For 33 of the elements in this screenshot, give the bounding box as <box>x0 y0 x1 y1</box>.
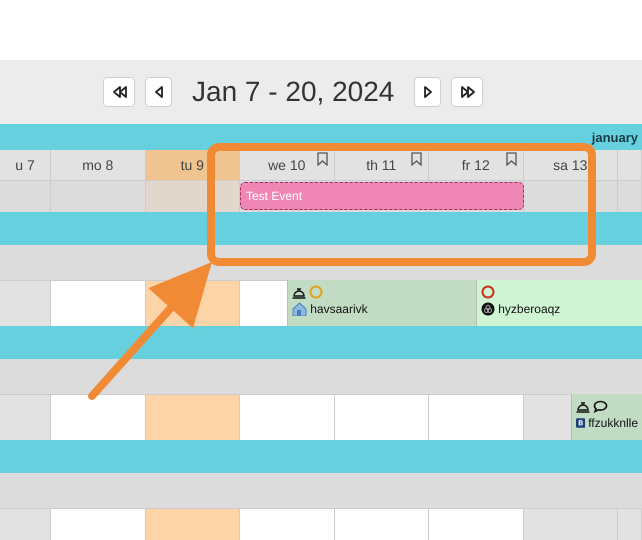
logo-icon <box>481 302 496 316</box>
bell-icon <box>292 286 306 298</box>
bell-icon <box>576 400 590 412</box>
day-cell <box>618 180 642 212</box>
day-header: u 7 <box>0 150 51 180</box>
last-page-button[interactable] <box>451 77 484 107</box>
event-title: ffzukknlle <box>588 416 638 430</box>
bookmark-icon[interactable] <box>411 152 422 166</box>
house-icon <box>292 302 308 316</box>
event-title: hyzberoaqz <box>498 302 560 316</box>
date-range-title: Jan 7 - 20, 2024 <box>192 76 394 108</box>
booking-event[interactable]: hyzberoaqz <box>476 280 642 326</box>
day-header: mo 8 <box>51 150 146 180</box>
day-header: th 11 <box>334 150 429 180</box>
bookmark-icon[interactable] <box>506 152 516 166</box>
day-header: fr 12 <box>429 150 524 180</box>
double-left-icon <box>111 84 127 100</box>
month-label: january <box>592 130 638 144</box>
logo-icon <box>576 416 586 430</box>
bookmark-icon[interactable] <box>316 152 328 166</box>
speech-bubble-icon <box>592 400 608 412</box>
day-header: we 10 <box>240 150 334 180</box>
booking-event[interactable]: ffzukknlle <box>570 394 642 440</box>
event-title: havsaarivk <box>310 302 368 316</box>
day-cell <box>0 180 51 212</box>
first-page-button[interactable] <box>103 77 135 107</box>
previous-button[interactable] <box>145 77 172 107</box>
next-button[interactable] <box>414 77 442 107</box>
day-cell <box>0 394 51 440</box>
double-right-icon <box>459 84 476 100</box>
booking-event[interactable]: havsaarivk <box>287 280 476 326</box>
day-cell <box>0 280 51 326</box>
day-header: tu 9 <box>146 150 240 180</box>
